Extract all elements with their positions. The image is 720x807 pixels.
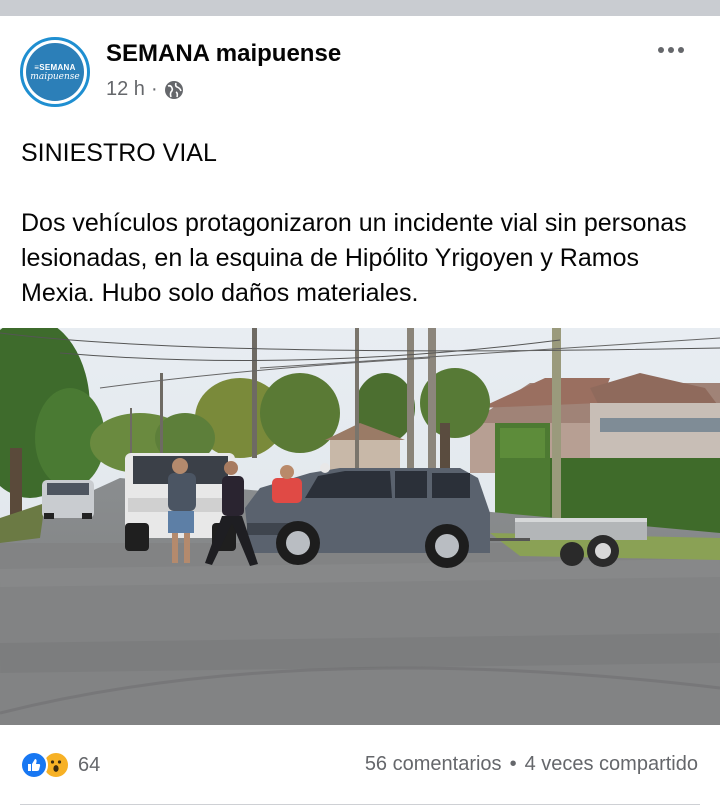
post-photo[interactable] — [0, 328, 720, 725]
post-meta: 12 h · — [106, 78, 184, 101]
page-name[interactable]: SEMANA maipuense — [106, 40, 341, 68]
top-strip — [0, 0, 720, 16]
avatar-logo-top: ≡SEMANA — [34, 62, 76, 72]
street-scene-image — [0, 328, 720, 725]
page-avatar[interactable]: ≡SEMANA maipuense — [20, 37, 90, 107]
post-time[interactable]: 12 h — [106, 78, 145, 101]
shares-count[interactable]: 4 veces compartido — [525, 753, 698, 776]
more-options-icon[interactable] — [658, 44, 688, 56]
like-icon — [20, 751, 48, 779]
avatar-logo: ≡SEMANA maipuense — [26, 43, 84, 101]
meta-separator: · — [150, 78, 158, 100]
avatar-logo-bottom: maipuense — [30, 71, 80, 82]
post-text: SINIESTRO VIAL Dos vehículos protagoniza… — [21, 136, 711, 311]
post-header: ≡SEMANA maipuense SEMANA maipuense 12 h … — [0, 16, 720, 116]
reactions-summary[interactable]: 64 — [20, 751, 100, 779]
post-footer: 64 56 comentarios • 4 veces compartido — [0, 725, 720, 807]
reaction-count: 64 — [78, 753, 101, 776]
globe-icon — [164, 80, 183, 99]
post-body: Dos vehículos protagonizaron un incident… — [21, 209, 687, 307]
comments-count[interactable]: 56 comentarios — [365, 753, 502, 776]
post-title: SINIESTRO VIAL — [21, 139, 217, 167]
post-stats: 56 comentarios • 4 veces compartido — [365, 753, 698, 776]
stats-separator: • — [509, 753, 517, 775]
footer-divider — [20, 804, 700, 805]
